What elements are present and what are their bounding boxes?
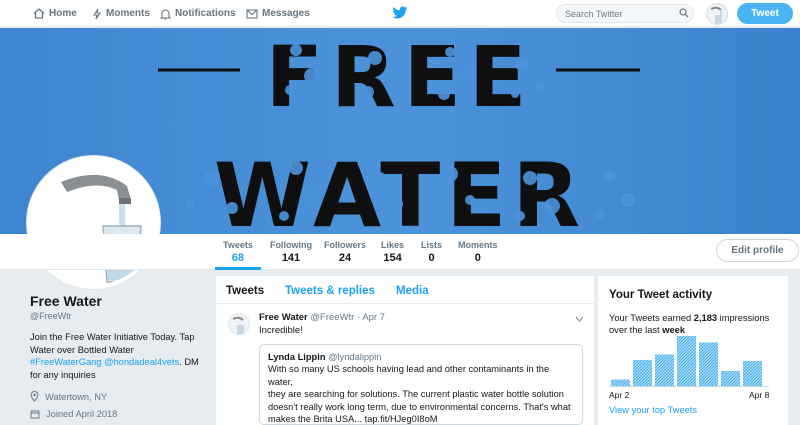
bell-icon (160, 8, 171, 20)
quoted-tweet[interactable]: Lynda Lippin @lyndalippin With so many U… (259, 344, 583, 425)
lightning-icon (92, 8, 102, 19)
location-pin-icon (30, 391, 39, 402)
stat-tweets-value: 68 (231, 252, 245, 264)
edit-profile-button[interactable]: Edit profile (716, 239, 799, 262)
active-stat-underline (215, 267, 261, 270)
profile-sidebar: Free Water @FreeWtr Join the Free Water … (0, 271, 210, 425)
location-text: Watertown, NY (45, 391, 108, 402)
tweet-avatar[interactable] (228, 313, 250, 335)
tweet-button[interactable]: Tweet (737, 3, 793, 24)
profile-handle[interactable]: @FreeWtr (30, 311, 72, 321)
chart-start-label: Apr 2 (609, 390, 630, 400)
quoted-author-handle: @lyndalippin (328, 352, 382, 362)
activity-bar[interactable] (655, 354, 674, 387)
bio-tail: . DM (179, 357, 199, 367)
stat-lists[interactable]: Lists 0 (421, 240, 442, 264)
activity-period: week (662, 325, 685, 335)
activity-bar[interactable] (721, 371, 740, 386)
tweet-handle-date[interactable]: @FreeWtr · Apr 7 (310, 312, 385, 323)
activity-summary-line-2: over the last week (609, 325, 779, 335)
impressions-count: 2,183 (693, 313, 718, 323)
timeline-tabs: Tweets Tweets & replies Media (216, 276, 594, 304)
quoted-author-name: Lynda Lippin (268, 352, 326, 362)
activity-line1-pre: Your Tweets earned (609, 313, 692, 323)
mention-link[interactable]: @hondadeal4vets (104, 357, 179, 367)
stat-followers-label: Followers (324, 240, 367, 250)
hashtag-link[interactable]: #FreeWaterGang (30, 357, 101, 367)
activity-title: Your Tweet activity (609, 289, 713, 301)
profile-name[interactable]: Free Water (30, 293, 102, 309)
nav-home[interactable]: Home (33, 0, 77, 27)
nav-moments-label: Moments (106, 8, 150, 19)
search-icon[interactable] (679, 8, 689, 18)
activity-summary-line-1: Your Tweets earned 2,183 impressions (609, 313, 779, 323)
chart-end-label: Apr 8 (749, 390, 770, 400)
stat-lists-value: 0 (428, 252, 435, 264)
profile-stats-bar: Tweets 68 Following 141 Followers 24 Lik… (0, 234, 800, 270)
quoted-tweet-header: Lynda Lippin @lyndalippin (268, 351, 574, 363)
profile-joined: Joined April 2018 (30, 409, 117, 419)
search-input[interactable] (556, 4, 694, 23)
stat-following-label: Following (270, 240, 312, 250)
stat-followers-value: 24 (338, 252, 352, 264)
bio-line-1: Join the Free Water Initiative Today. Ta… (30, 332, 195, 342)
twitter-bird-icon[interactable] (392, 6, 408, 20)
activity-bar[interactable] (611, 379, 630, 387)
bio-line-4: for any inquiries (30, 369, 96, 380)
stat-followers[interactable]: Followers 24 (324, 240, 366, 264)
activity-bar[interactable] (699, 342, 718, 387)
quoted-line-2: they are searching for solutions. The cu… (268, 389, 564, 400)
stat-lists-label: Lists (421, 240, 443, 250)
banner-line2: WATER (214, 144, 586, 234)
calendar-icon (30, 410, 40, 419)
tweet-activity-card: Your Tweet activity Your Tweets earned 2… (598, 276, 788, 425)
faucet-glass-thumbnail (232, 316, 244, 334)
chevron-down-icon[interactable] (575, 316, 584, 322)
profile-location: Watertown, NY (30, 391, 107, 402)
profile-bio: Join the Free Water Initiative Today. Ta… (30, 331, 200, 381)
joined-text: Joined April 2018 (46, 409, 118, 419)
timeline: Tweets Tweets & replies Media Free Water… (216, 276, 594, 425)
stat-likes-label: Likes (381, 240, 405, 250)
view-top-tweets-link[interactable]: View your top Tweets (609, 405, 697, 415)
nav-messages[interactable]: Messages (246, 0, 310, 27)
stat-moments-label: Moments (458, 240, 498, 250)
top-navigation: Home Moments Notifications Messages Twee… (0, 0, 800, 27)
nav-home-label: Home (49, 8, 77, 19)
activity-bar[interactable] (743, 361, 762, 386)
activity-line2-pre: over the last (609, 325, 660, 335)
tweet-header: Free Water @FreeWtr · Apr 7 (259, 312, 385, 323)
envelope-icon (246, 8, 258, 19)
stat-moments-value: 0 (474, 252, 481, 264)
bio-line-2: Water over Bottled Water (30, 344, 134, 355)
tweet-author-name[interactable]: Free Water (259, 312, 308, 323)
tweet-text: Incredible! (259, 325, 303, 336)
faucet-glass-thumbnail (710, 6, 722, 24)
nav-notifications[interactable]: Notifications (160, 0, 236, 27)
stat-following[interactable]: Following 141 (270, 240, 312, 264)
nav-avatar[interactable] (706, 3, 728, 25)
nav-moments[interactable]: Moments (92, 0, 150, 27)
stat-tweets[interactable]: Tweets 68 (223, 240, 253, 264)
activity-line1-post: impressions (719, 313, 770, 323)
quoted-line-3: doesn't really work long term, due to en… (268, 401, 571, 412)
home-icon (33, 8, 45, 19)
tab-media[interactable]: Media (396, 285, 429, 297)
activity-bar[interactable] (677, 336, 696, 386)
nav-messages-label: Messages (262, 8, 310, 19)
nav-notifications-label: Notifications (175, 8, 236, 19)
quoted-line-4: makes the Brita USA... tap.fit/HJeg0I8oM (268, 414, 438, 425)
stat-likes[interactable]: Likes 154 (381, 240, 404, 264)
quoted-line-1: With so many US schools having lead and … (268, 364, 550, 387)
bio-line-3: #FreeWaterGang @hondadeal4vets. DM (30, 356, 200, 369)
tab-tweets-replies[interactable]: Tweets & replies (285, 285, 375, 297)
stat-following-value: 141 (281, 252, 301, 264)
impressions-bar-chart[interactable] (609, 336, 769, 390)
activity-bar[interactable] (633, 360, 652, 386)
stat-likes-value: 154 (383, 252, 402, 264)
tab-tweets[interactable]: Tweets (226, 285, 264, 297)
stat-tweets-label: Tweets (223, 240, 253, 250)
stat-moments[interactable]: Moments 0 (458, 240, 498, 264)
